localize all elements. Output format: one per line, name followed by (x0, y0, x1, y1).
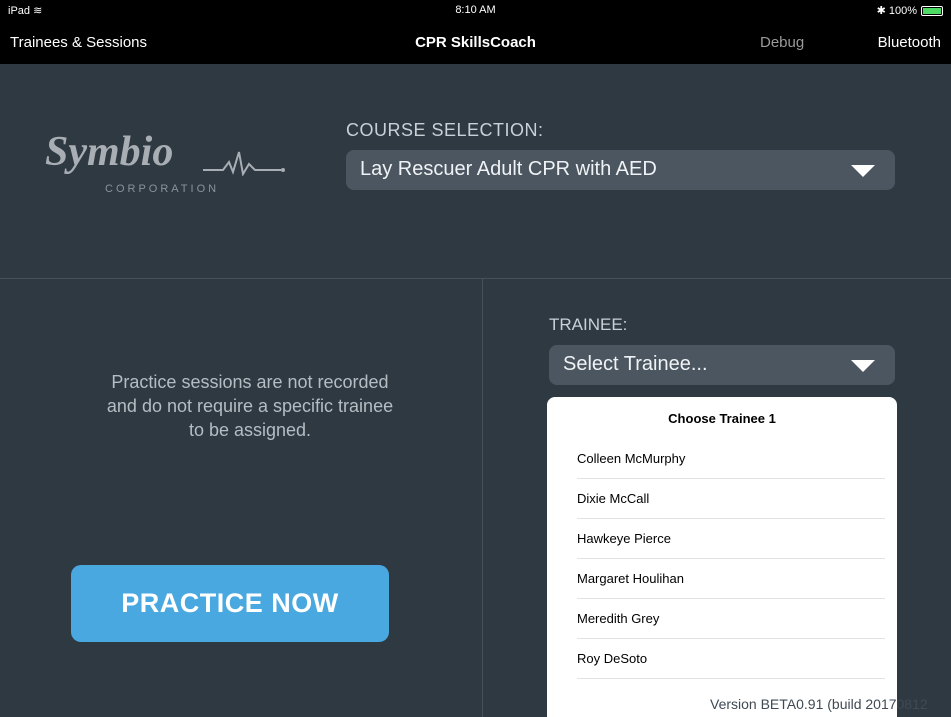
debug-button[interactable]: Debug (760, 34, 804, 51)
heartbeat-icon (203, 151, 285, 176)
battery-status: ✱ 100% (877, 4, 943, 17)
choose-trainee-popover: Choose Trainee 1 Colleen McMurphy Dixie … (547, 397, 897, 717)
clock: 8:10 AM (455, 4, 496, 16)
trainee-option[interactable]: Dixie McCall (547, 479, 897, 519)
dropdown-caret-icon (851, 165, 875, 177)
popover-title: Choose Trainee 1 (668, 411, 776, 426)
dropdown-caret-icon (851, 360, 875, 372)
symbio-logo: Symbio CORPORATION (45, 128, 325, 208)
horizontal-divider (0, 278, 951, 279)
trainee-option[interactable]: Margaret Houlihan (547, 559, 897, 599)
logo-wordmark: Symbio (45, 129, 174, 175)
page-title: CPR SkillsCoach (415, 34, 536, 51)
logo-subtitle: CORPORATION (105, 183, 220, 195)
trainee-dropdown-value: Select Trainee... (563, 353, 708, 375)
trainee-label: TRAINEE: (549, 315, 628, 334)
trainee-option[interactable]: Colleen McMurphy (547, 439, 897, 479)
practice-now-button[interactable]: PRACTICE NOW (71, 565, 389, 642)
bluetooth-status-icon: ✱ (876, 5, 886, 17)
trainee-option[interactable]: Roy DeSoto (547, 639, 897, 679)
bluetooth-button[interactable]: Bluetooth (878, 34, 941, 51)
trainee-option[interactable]: Hawkeye Pierce (547, 519, 897, 559)
trainee-option[interactable]: Meredith Grey (547, 599, 897, 639)
nav-bar: Trainees & Sessions CPR SkillsCoach Debu… (0, 20, 951, 64)
status-bar: iPad ≋ 8:10 AM ✱ 100% (0, 0, 951, 20)
battery-icon (921, 6, 943, 17)
course-selection-label: COURSE SELECTION: (346, 120, 544, 140)
vertical-divider (482, 278, 483, 717)
course-dropdown-value: Lay Rescuer Adult CPR with AED (360, 158, 657, 180)
course-dropdown[interactable]: Lay Rescuer Adult CPR with AED (346, 150, 895, 190)
practice-note: Practice sessions are not recorded and d… (106, 372, 394, 440)
version-label: Version BETA0.91 (build 20170812 (710, 696, 928, 712)
trainee-dropdown[interactable]: Select Trainee... (549, 345, 895, 385)
